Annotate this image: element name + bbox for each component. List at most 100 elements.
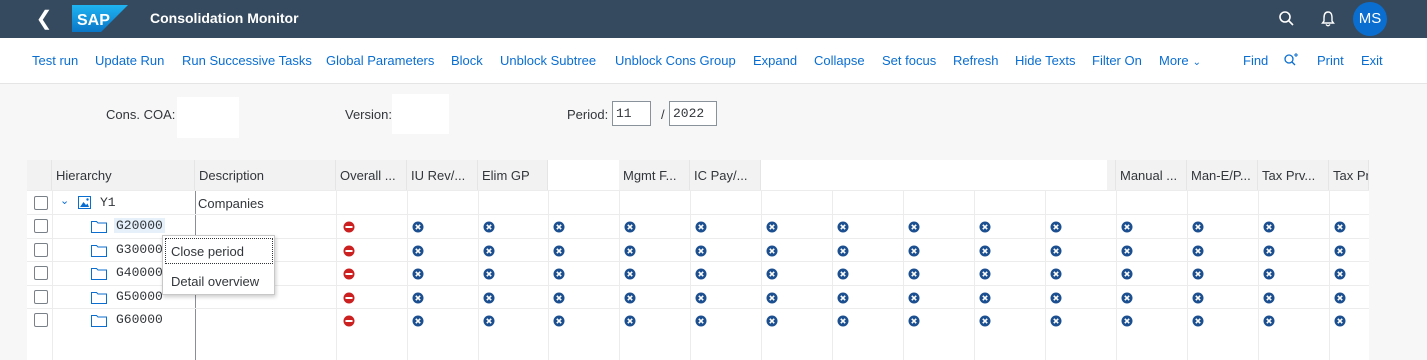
- filter-on-button[interactable]: Filter On: [1092, 53, 1142, 68]
- search-icon[interactable]: [1277, 9, 1297, 29]
- status-open-x-icon[interactable]: [1334, 221, 1346, 233]
- row-select-checkbox[interactable]: [34, 242, 48, 257]
- status-open-x-icon[interactable]: [766, 221, 778, 233]
- status-open-x-icon[interactable]: [1263, 245, 1275, 257]
- status-blocked-icon[interactable]: [343, 315, 355, 327]
- run-successive-tasks-button[interactable]: Run Successive Tasks: [182, 53, 312, 68]
- status-open-x-icon[interactable]: [766, 315, 778, 327]
- status-open-x-icon[interactable]: [837, 268, 849, 280]
- node-label[interactable]: G50000: [116, 289, 163, 304]
- row-select-checkbox[interactable]: [34, 289, 48, 304]
- status-open-x-icon[interactable]: [483, 221, 495, 233]
- cons-coa-field[interactable]: [177, 97, 239, 138]
- expand-button[interactable]: Expand: [753, 53, 797, 68]
- node-label[interactable]: G30000: [116, 242, 163, 257]
- status-open-x-icon[interactable]: [1050, 221, 1062, 233]
- status-open-x-icon[interactable]: [1192, 221, 1204, 233]
- status-blocked-icon[interactable]: [343, 292, 355, 304]
- status-open-x-icon[interactable]: [412, 315, 424, 327]
- status-open-x-icon[interactable]: [1192, 268, 1204, 280]
- column-header-iu-rev[interactable]: IU Rev/...: [407, 160, 478, 190]
- column-header-manual[interactable]: Manual ...: [1116, 160, 1187, 190]
- status-open-x-icon[interactable]: [766, 268, 778, 280]
- context-menu-close-period[interactable]: Close period: [165, 238, 273, 264]
- status-open-x-icon[interactable]: [412, 268, 424, 280]
- status-open-x-icon[interactable]: [837, 245, 849, 257]
- column-header-hierarchy[interactable]: Hierarchy: [52, 160, 195, 190]
- column-header-ic-pay[interactable]: IC Pay/...: [690, 160, 761, 190]
- status-blocked-icon[interactable]: [343, 221, 355, 233]
- table-row-root[interactable]: ⌄ Y1 Companies: [27, 190, 1369, 214]
- status-open-x-icon[interactable]: [1121, 315, 1133, 327]
- status-open-x-icon[interactable]: [1334, 292, 1346, 304]
- block-button[interactable]: Block: [451, 53, 483, 68]
- status-open-x-icon[interactable]: [624, 245, 636, 257]
- select-all-header[interactable]: [27, 160, 52, 190]
- status-open-x-icon[interactable]: [766, 245, 778, 257]
- status-open-x-icon[interactable]: [979, 315, 991, 327]
- status-open-x-icon[interactable]: [1263, 292, 1275, 304]
- status-open-x-icon[interactable]: [624, 268, 636, 280]
- status-open-x-icon[interactable]: [979, 221, 991, 233]
- status-open-x-icon[interactable]: [1263, 221, 1275, 233]
- status-open-x-icon[interactable]: [1050, 268, 1062, 280]
- status-open-x-icon[interactable]: [908, 221, 920, 233]
- hide-texts-button[interactable]: Hide Texts: [1015, 53, 1075, 68]
- status-open-x-icon[interactable]: [553, 221, 565, 233]
- status-open-x-icon[interactable]: [908, 268, 920, 280]
- status-open-x-icon[interactable]: [1192, 315, 1204, 327]
- test-run-button[interactable]: Test run: [32, 53, 78, 68]
- status-blocked-icon[interactable]: [343, 245, 355, 257]
- status-open-x-icon[interactable]: [766, 292, 778, 304]
- node-label[interactable]: G40000: [116, 265, 163, 280]
- column-header-man-ep[interactable]: Man-E/P...: [1187, 160, 1258, 190]
- status-open-x-icon[interactable]: [979, 292, 991, 304]
- status-open-x-icon[interactable]: [1050, 292, 1062, 304]
- column-header-elim-gp[interactable]: Elim GP: [478, 160, 548, 190]
- status-open-x-icon[interactable]: [979, 245, 991, 257]
- column-header-description[interactable]: Description: [195, 160, 336, 190]
- status-open-x-icon[interactable]: [483, 268, 495, 280]
- status-blocked-icon[interactable]: [343, 268, 355, 280]
- status-open-x-icon[interactable]: [553, 292, 565, 304]
- row-select-checkbox[interactable]: [34, 196, 48, 210]
- set-focus-button[interactable]: Set focus: [882, 53, 936, 68]
- status-open-x-icon[interactable]: [908, 292, 920, 304]
- user-avatar[interactable]: MS: [1353, 2, 1387, 36]
- status-open-x-icon[interactable]: [553, 315, 565, 327]
- update-run-button[interactable]: Update Run: [95, 53, 164, 68]
- status-open-x-icon[interactable]: [1121, 292, 1133, 304]
- status-open-x-icon[interactable]: [979, 268, 991, 280]
- row-select-checkbox[interactable]: [34, 219, 48, 233]
- node-label[interactable]: G20000: [114, 218, 165, 233]
- print-button[interactable]: Print: [1317, 53, 1344, 68]
- status-open-x-icon[interactable]: [1334, 268, 1346, 280]
- period-input[interactable]: 11: [612, 101, 651, 126]
- year-input[interactable]: 2022: [669, 101, 717, 126]
- status-open-x-icon[interactable]: [412, 292, 424, 304]
- status-open-x-icon[interactable]: [1334, 315, 1346, 327]
- global-parameters-button[interactable]: Global Parameters: [326, 53, 434, 68]
- status-open-x-icon[interactable]: [483, 292, 495, 304]
- status-open-x-icon[interactable]: [1121, 245, 1133, 257]
- status-open-x-icon[interactable]: [908, 315, 920, 327]
- status-open-x-icon[interactable]: [837, 315, 849, 327]
- find-button[interactable]: Find: [1243, 53, 1268, 68]
- refresh-button[interactable]: Refresh: [953, 53, 999, 68]
- exit-button[interactable]: Exit: [1361, 53, 1383, 68]
- status-open-x-icon[interactable]: [695, 268, 707, 280]
- row-select-checkbox[interactable]: [34, 313, 48, 327]
- more-menu-button[interactable]: More ⌄: [1159, 53, 1201, 68]
- status-open-x-icon[interactable]: [412, 221, 424, 233]
- chevron-down-icon[interactable]: ⌄: [60, 194, 69, 207]
- status-open-x-icon[interactable]: [1121, 268, 1133, 280]
- status-open-x-icon[interactable]: [695, 245, 707, 257]
- row-select-checkbox[interactable]: [34, 266, 48, 280]
- context-menu-detail-overview[interactable]: Detail overview: [166, 269, 272, 293]
- status-open-x-icon[interactable]: [1050, 245, 1062, 257]
- status-open-x-icon[interactable]: [1050, 315, 1062, 327]
- column-header-overall[interactable]: Overall ...: [336, 160, 407, 190]
- notifications-bell-icon[interactable]: [1318, 9, 1338, 29]
- status-open-x-icon[interactable]: [1121, 221, 1133, 233]
- status-open-x-icon[interactable]: [553, 268, 565, 280]
